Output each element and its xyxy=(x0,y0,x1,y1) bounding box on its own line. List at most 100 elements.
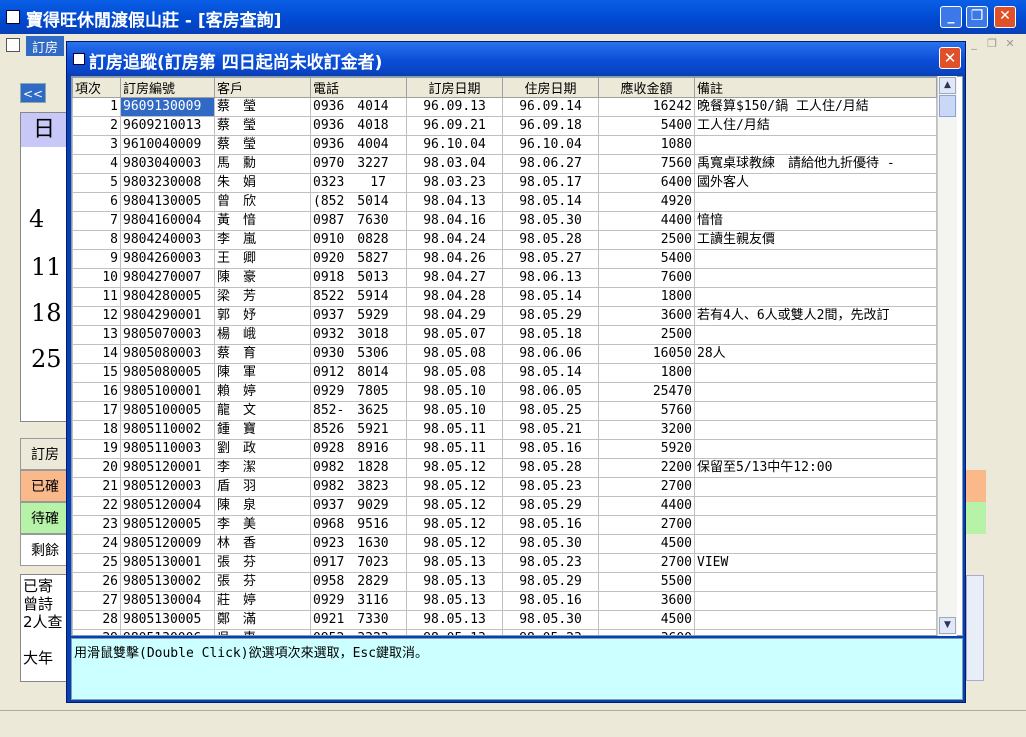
table-cell[interactable]: 9805070003 xyxy=(120,325,215,345)
table-cell[interactable]: 4 xyxy=(72,154,121,174)
dialog-title-bar[interactable]: 訂房追蹤(訂房第 四日起尚未收訂金者) ✕ xyxy=(67,42,965,74)
table-cell[interactable]: 8522 5914 xyxy=(310,287,407,307)
table-cell[interactable]: 10 xyxy=(72,268,121,288)
table-cell[interactable]: 蔡 瑩 xyxy=(214,116,311,136)
table-cell[interactable]: 98.05.13 xyxy=(406,553,503,573)
table-cell[interactable]: 4500 xyxy=(598,610,695,630)
table-cell[interactable]: 24 xyxy=(72,534,121,554)
table-cell[interactable] xyxy=(694,287,937,307)
table-row[interactable]: 8 9804240003 李 嵐 0910 0828 98.04.24 98.05.28 2… xyxy=(72,230,937,250)
table-cell[interactable]: 9805120003 xyxy=(120,477,215,497)
table-cell[interactable]: 16242 xyxy=(598,97,695,117)
mdi-close-icon[interactable]: ✕ xyxy=(1004,38,1016,50)
table-cell[interactable]: 0968 9516 xyxy=(310,515,407,535)
table-row[interactable]: 299805130006吳 惠0952 332398.05.1398.05.23… xyxy=(72,629,937,635)
table-cell[interactable]: 0958 2829 xyxy=(310,572,407,592)
table-cell[interactable]: 0952 3323 xyxy=(310,629,407,635)
table-cell[interactable]: 7560 xyxy=(598,154,695,174)
table-cell[interactable]: 2500 xyxy=(598,325,695,345)
table-cell[interactable]: 9805110003 xyxy=(120,439,215,459)
table-cell[interactable]: 96.10.04 xyxy=(502,135,599,155)
table-cell[interactable]: 楊 峨 xyxy=(214,325,311,345)
column-header[interactable]: 電話 xyxy=(310,77,407,98)
table-cell[interactable]: 5500 xyxy=(598,572,695,592)
table-cell[interactable]: 9804280005 xyxy=(120,287,215,307)
table-cell[interactable]: 9804240003 xyxy=(120,230,215,250)
column-header[interactable]: 項次 xyxy=(72,77,121,98)
table-row[interactable]: 23 9805120005 李 美 0968 9516 98.05.12 98.05.16… xyxy=(72,515,937,535)
table-cell[interactable]: 0930 5306 xyxy=(310,344,407,364)
table-cell[interactable]: 29 xyxy=(72,629,121,635)
table-cell[interactable]: 李 潔 xyxy=(214,458,311,478)
table-cell[interactable]: 98.05.14 xyxy=(502,363,599,383)
table-row[interactable]: 14 9805080003 蔡 育 0930 5306 98.05.08 98.06.06… xyxy=(72,344,937,364)
table-cell[interactable] xyxy=(694,610,937,630)
table-cell[interactable]: 17 xyxy=(72,401,121,421)
table-cell[interactable]: 4400 xyxy=(598,211,695,231)
table-cell[interactable]: 5 xyxy=(72,173,121,193)
booking-grid[interactable]: 項次 訂房編號 客戶 電話 訂房日期 住房日期 應收金額 備註 1 9609130009 蔡 瑩0… xyxy=(71,76,963,636)
table-cell[interactable]: 9804160004 xyxy=(120,211,215,231)
table-cell[interactable]: 98.04.27 xyxy=(406,268,503,288)
table-cell[interactable]: 25 xyxy=(72,553,121,573)
table-cell[interactable] xyxy=(694,249,937,269)
table-cell[interactable] xyxy=(694,420,937,440)
table-cell[interactable]: 龍 文 xyxy=(214,401,311,421)
table-cell[interactable]: 朱 娟 xyxy=(214,173,311,193)
table-row[interactable]: 15 9805080005 陳 軍 0912 8014 98.05.08 98.05.14… xyxy=(72,363,937,383)
table-cell[interactable]: 852- 3625 xyxy=(310,401,407,421)
table-row[interactable]: 9 9804260003 王 卿 0920 5827 98.04.26 98.05.27 5… xyxy=(72,249,937,269)
table-row[interactable]: 20 9805120001 李 潔 0982 1828 98.05.12 98.05.28… xyxy=(72,458,937,478)
table-cell[interactable]: 15 xyxy=(72,363,121,383)
dialog-close-button[interactable]: ✕ xyxy=(939,47,961,69)
calendar-date[interactable]: 25 xyxy=(31,345,62,373)
restore-button[interactable]: ❐ xyxy=(966,6,988,28)
mdi-minimize-icon[interactable]: _ xyxy=(968,38,980,50)
table-cell[interactable]: 28人 xyxy=(694,344,937,364)
table-cell[interactable]: 98.05.16 xyxy=(502,439,599,459)
table-cell[interactable]: 0923 1630 xyxy=(310,534,407,554)
table-cell[interactable]: 0936 4018 xyxy=(310,116,407,136)
table-cell[interactable]: 4920 xyxy=(598,192,695,212)
table-cell[interactable]: 98.05.23 xyxy=(502,477,599,497)
table-cell[interactable] xyxy=(694,477,937,497)
table-cell[interactable]: 愔愔 xyxy=(694,211,937,231)
table-cell[interactable]: 6400 xyxy=(598,173,695,193)
table-cell[interactable]: 0917 7023 xyxy=(310,553,407,573)
table-cell[interactable]: 9805130001 xyxy=(120,553,215,573)
table-row[interactable]: 5 9803230008 朱 娟 0323 17 98.03.23 98.05.17 640… xyxy=(72,173,937,193)
table-cell[interactable]: 0920 5827 xyxy=(310,249,407,269)
table-cell[interactable]: 98.05.12 xyxy=(406,477,503,497)
menu-item-booking[interactable]: 訂房 xyxy=(26,36,65,57)
table-cell[interactable]: 9805130004 xyxy=(120,591,215,611)
table-cell[interactable]: 賴 婷 xyxy=(214,382,311,402)
table-cell[interactable]: 98.05.10 xyxy=(406,401,503,421)
table-cell[interactable]: 98.04.26 xyxy=(406,249,503,269)
table-cell[interactable]: 5400 xyxy=(598,249,695,269)
table-cell[interactable]: 鄭 滿 xyxy=(214,610,311,630)
table-cell[interactable]: 19 xyxy=(72,439,121,459)
table-cell[interactable]: 黃 愔 xyxy=(214,211,311,231)
table-cell[interactable]: 9805120009 xyxy=(120,534,215,554)
table-cell[interactable]: 98.05.28 xyxy=(502,458,599,478)
table-cell[interactable]: 9805110002 xyxy=(120,420,215,440)
calendar-date[interactable]: 11 xyxy=(31,253,62,281)
column-header[interactable]: 應收金額 xyxy=(598,77,695,98)
table-cell[interactable]: 98.05.16 xyxy=(502,591,599,611)
column-header[interactable]: 住房日期 xyxy=(502,77,599,98)
table-cell[interactable]: 26 xyxy=(72,572,121,592)
table-cell[interactable]: 0323 17 xyxy=(310,173,407,193)
table-cell[interactable]: 9805130006 xyxy=(120,629,215,635)
table-cell[interactable]: 9804130005 xyxy=(120,192,215,212)
main-title-bar[interactable]: 寶得旺休閒渡假山莊 - [客房查詢] _ ❐ ✕ xyxy=(0,0,1026,34)
table-cell[interactable]: 0921 7330 xyxy=(310,610,407,630)
table-cell[interactable]: 2 xyxy=(72,116,121,136)
table-cell[interactable]: 8526 5921 xyxy=(310,420,407,440)
table-cell[interactable]: 2700 xyxy=(598,477,695,497)
table-cell[interactable]: 禹寬桌球教練 請給他九折優待 - xyxy=(694,154,937,174)
table-cell[interactable]: 9805120005 xyxy=(120,515,215,535)
table-cell[interactable]: 98.05.10 xyxy=(406,382,503,402)
table-cell[interactable]: 27 xyxy=(72,591,121,611)
column-header[interactable]: 訂房日期 xyxy=(406,77,503,98)
table-cell[interactable]: 16 xyxy=(72,382,121,402)
